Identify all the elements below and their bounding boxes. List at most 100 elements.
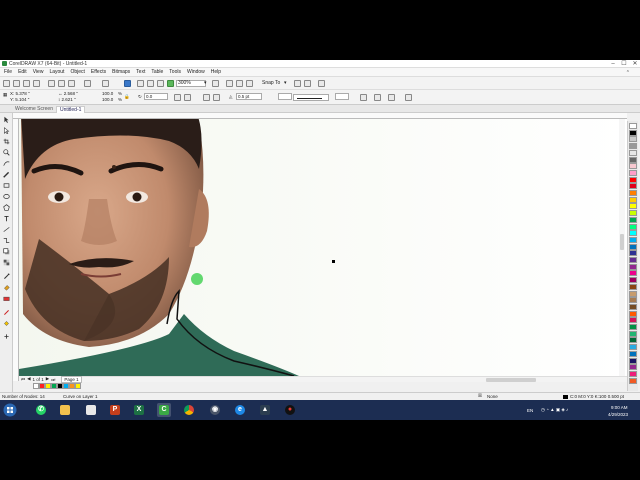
next-page-button[interactable]: ▶ <box>46 376 49 382</box>
to-front-icon[interactable] <box>374 94 381 101</box>
horizontal-scrollbar[interactable] <box>19 376 627 382</box>
palette-swatch[interactable] <box>629 216 637 223</box>
previous-page-button[interactable]: ◀ <box>27 376 30 382</box>
palette-swatch[interactable] <box>629 196 637 203</box>
lock-ratio-icon[interactable]: 🔒 <box>124 94 130 100</box>
undo-icon[interactable] <box>84 80 91 87</box>
ellipse-tool-icon[interactable] <box>3 193 10 200</box>
add-tool-icon[interactable] <box>3 333 10 340</box>
palette-swatch[interactable] <box>629 257 637 263</box>
maximize-button[interactable]: ☐ <box>621 60 627 68</box>
fill-tool-icon[interactable] <box>3 320 10 327</box>
palette-swatch[interactable] <box>629 123 637 129</box>
minimize-button[interactable]: – <box>610 60 616 68</box>
freehand-tool-icon[interactable] <box>3 160 10 167</box>
selected-node-marker[interactable] <box>191 273 203 285</box>
menu-bitmaps[interactable]: Bitmaps <box>112 69 130 75</box>
export-icon[interactable] <box>147 80 154 87</box>
menu-object[interactable]: Object <box>70 69 84 75</box>
drawing-canvas[interactable] <box>19 119 627 376</box>
palette-swatch[interactable] <box>629 350 637 357</box>
palette-swatch[interactable] <box>629 270 637 277</box>
palette-swatch[interactable] <box>629 129 637 136</box>
save-icon[interactable] <box>23 80 30 87</box>
node-edit-icon[interactable] <box>203 94 210 101</box>
line-style-select[interactable] <box>293 94 329 101</box>
palette-swatch[interactable] <box>629 190 637 196</box>
last-page-button[interactable]: ⏭ <box>51 377 55 382</box>
application-launcher-icon[interactable] <box>304 80 311 87</box>
palette-swatch[interactable] <box>629 250 637 257</box>
zoom-tool-icon[interactable] <box>3 149 10 156</box>
full-screen-icon[interactable] <box>212 80 219 87</box>
text-wrap-icon[interactable] <box>360 94 367 101</box>
palette-swatch[interactable] <box>629 243 637 250</box>
palette-swatch[interactable] <box>629 357 637 364</box>
palette-swatch[interactable] <box>629 169 637 176</box>
chrome-icon[interactable] <box>182 403 196 417</box>
outline-width-field[interactable]: 0.5 pt <box>236 93 262 100</box>
palette-swatch[interactable] <box>629 297 637 304</box>
show-guidelines-icon[interactable] <box>246 80 253 87</box>
outline-pen-icon[interactable] <box>3 309 10 316</box>
publish-pdf-icon[interactable] <box>157 80 164 87</box>
palette-swatch[interactable] <box>629 223 637 230</box>
zoom-level-field[interactable]: 300% <box>176 80 206 87</box>
cut-icon[interactable] <box>48 80 55 87</box>
pick-tool-icon[interactable] <box>3 116 10 123</box>
to-back-icon[interactable] <box>388 94 395 101</box>
scale-y-field[interactable]: 100.0 <box>102 97 113 102</box>
outline-color-swatch[interactable] <box>563 395 568 399</box>
zoom-dropdown-icon[interactable]: ▾ <box>204 80 207 86</box>
palette-swatch[interactable] <box>629 163 637 170</box>
artistic-media-tool-icon[interactable] <box>3 171 10 178</box>
menu-text[interactable]: Text <box>136 69 145 75</box>
clock-time[interactable]: 9:00 AM <box>611 405 628 410</box>
palette-swatch[interactable] <box>629 149 637 156</box>
edge-icon[interactable]: e <box>233 403 247 417</box>
horizontal-scroll-thumb[interactable] <box>486 378 536 382</box>
close-button[interactable]: ✕ <box>632 60 638 68</box>
first-page-button[interactable]: ⏮ <box>21 377 25 382</box>
palette-swatch[interactable] <box>629 330 637 337</box>
palette-swatch[interactable] <box>629 337 637 344</box>
menu-window[interactable]: Window <box>187 69 205 75</box>
palette-swatch[interactable] <box>629 283 637 290</box>
convert-to-curves-icon[interactable] <box>405 94 412 101</box>
palette-swatch[interactable] <box>629 364 637 371</box>
palette-swatch[interactable] <box>629 203 637 210</box>
vertical-scroll-thumb[interactable] <box>620 234 624 250</box>
paste-icon[interactable] <box>68 80 75 87</box>
app-icon[interactable]: ▲ <box>258 403 272 417</box>
new-document-icon[interactable] <box>3 80 10 87</box>
menu-help[interactable]: Help <box>211 69 221 75</box>
shape-tool-icon[interactable] <box>3 127 10 134</box>
x-position-field[interactable]: X: 5.378 " <box>10 91 30 96</box>
palette-swatch[interactable] <box>629 263 637 270</box>
end-arrowhead-select[interactable] <box>335 93 349 100</box>
mirror-horizontal-icon[interactable] <box>174 94 181 101</box>
start-arrowhead-select[interactable] <box>278 93 292 100</box>
menu-layout[interactable]: Layout <box>49 69 64 75</box>
tab-untitled-1[interactable]: Untitled-1 <box>56 106 86 113</box>
app-launcher-icon[interactable] <box>167 80 174 87</box>
rotation-angle-field[interactable]: 0.0 <box>144 93 168 100</box>
snap-dropdown-icon[interactable]: ▾ <box>284 80 287 86</box>
fill-status-icon[interactable]: ☒ <box>478 393 482 399</box>
menu-view[interactable]: View <box>33 69 44 75</box>
record-icon[interactable]: ● <box>283 403 297 417</box>
coreldraw-icon[interactable]: C <box>157 403 171 417</box>
page-tab-1[interactable]: Page 1 <box>61 375 82 383</box>
menu-table[interactable]: Table <box>151 69 163 75</box>
redo-icon[interactable] <box>102 80 109 87</box>
windows-logo-icon[interactable] <box>3 403 17 417</box>
palette-swatch[interactable] <box>629 156 637 163</box>
media-icon[interactable]: ◉ <box>208 403 222 417</box>
palette-swatch[interactable] <box>629 236 637 243</box>
smart-fill-tool-icon[interactable] <box>3 295 10 302</box>
drop-shadow-tool-icon[interactable] <box>3 248 10 255</box>
copy-icon[interactable] <box>58 80 65 87</box>
palette-swatch[interactable] <box>629 210 637 217</box>
collapse-ribbon-icon[interactable]: ⌃ <box>626 70 630 76</box>
polygon-tool-icon[interactable] <box>3 204 10 211</box>
